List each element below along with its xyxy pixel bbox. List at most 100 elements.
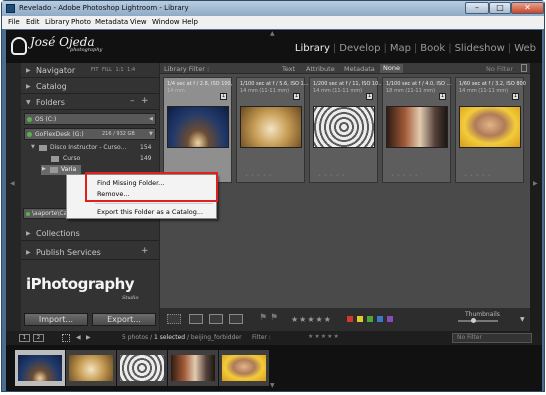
filmstrip-filter-select[interactable]: No Filter <box>452 333 532 343</box>
navigator-zoom-options[interactable]: FIT FILL 1:1 1:4 <box>91 67 135 73</box>
module-library[interactable]: Library <box>295 43 330 54</box>
menu-help[interactable]: Help <box>182 18 198 26</box>
remove-folder-button[interactable]: – <box>130 96 135 106</box>
grid-cell[interactable]: 1/100 sec at f / 5.6, ISO 1... 14 mm (11… <box>236 77 309 183</box>
toolbar-menu-icon[interactable]: ▼ <box>520 316 525 323</box>
menu-window[interactable]: Window <box>152 18 180 26</box>
cell-rating-dots[interactable]: ••••• <box>245 173 275 179</box>
filmstrip-cell[interactable] <box>66 350 116 386</box>
expand-triangle-icon: ▶ <box>26 230 31 237</box>
collapse-bottom-arrow-icon[interactable]: ▼ <box>270 382 275 389</box>
folder-collapse-icon[interactable]: ▼ <box>31 144 35 150</box>
grid-view-icon[interactable] <box>167 314 181 324</box>
grid-cell[interactable]: 1/60 sec at f / 3.2, ISO 800 14 mm (11-1… <box>455 77 526 183</box>
import-button[interactable]: Import... <box>24 313 88 326</box>
filmstrip-source-info[interactable]: 5 photos / 1 selected / beijing_forbidde… <box>122 334 242 341</box>
add-folder-button[interactable]: + <box>141 96 149 106</box>
minimize-button[interactable]: – <box>465 2 489 14</box>
photo-thumbnail[interactable] <box>167 106 229 148</box>
filmstrip-thumbnail[interactable] <box>171 355 215 381</box>
survey-view-icon[interactable] <box>229 314 243 324</box>
module-book[interactable]: Book <box>420 43 445 54</box>
forward-arrow-icon[interactable]: ▶ <box>86 334 91 341</box>
filmstrip-thumbnail[interactable] <box>222 355 266 381</box>
volume-expand-icon[interactable]: ◀ <box>149 116 153 122</box>
photo-thumbnail[interactable] <box>459 106 521 148</box>
color-label-green-icon[interactable] <box>367 316 373 322</box>
filter-tab-metadata[interactable]: Metadata <box>344 65 375 73</box>
folders-header[interactable]: ▼ Folders – + <box>21 95 159 110</box>
grid-cell[interactable]: 1/200 sec at f / 11, ISO 10... 14 mm (11… <box>309 77 383 183</box>
menu-library[interactable]: Library <box>45 18 69 26</box>
photographer-logo-icon <box>11 37 27 55</box>
compare-view-icon[interactable] <box>209 314 223 324</box>
export-button[interactable]: Export... <box>92 313 156 326</box>
collapse-right-arrow-icon[interactable]: ▶ <box>533 180 538 187</box>
filmstrip-cell[interactable] <box>117 350 167 386</box>
color-label-purple-icon[interactable] <box>387 316 393 322</box>
app-window: Revelado - Adobe Photoshop Lightroom - L… <box>1 0 545 392</box>
folder-expand-icon[interactable]: ▶ <box>42 166 46 172</box>
filter-tab-attribute[interactable]: Attribute <box>306 65 335 73</box>
grid-cell[interactable]: 1/4 sec at f / 2.8, ISO 100, 14 mm 1 •••… <box>163 77 232 183</box>
filter-tab-none[interactable]: None <box>380 64 403 73</box>
catalog-header[interactable]: ▶ Catalog <box>21 79 159 94</box>
filter-lock-icon[interactable] <box>521 64 527 72</box>
folder-disco-instructor[interactable]: ▼ Disco Instructor - Curso... 154 <box>21 143 159 153</box>
collapse-left-arrow-icon[interactable]: ◀ <box>10 180 15 187</box>
filmstrip-cell[interactable] <box>15 350 65 386</box>
slider-knob[interactable] <box>471 318 476 323</box>
filmstrip-thumbnail[interactable] <box>69 355 113 381</box>
module-picker: Library | Develop | Map | Book | Slideshow | Web <box>294 43 536 54</box>
grid-cell[interactable]: 1/100 sec at f / 4.0, ISO ... 18 mm (11-… <box>382 77 451 183</box>
loupe-view-icon[interactable] <box>189 314 203 324</box>
publish-services-header[interactable]: ▶ Publish Services + <box>21 245 159 260</box>
collections-header[interactable]: ▶ Collections <box>21 226 159 241</box>
add-publish-service-button[interactable]: + <box>141 246 149 256</box>
volume-os-c[interactable]: OS (C:) ◀ <box>24 113 156 125</box>
back-arrow-icon[interactable]: ◀ <box>76 334 81 341</box>
filter-preset-select[interactable]: No Filter <box>486 65 513 73</box>
menu-file[interactable]: File <box>8 18 20 26</box>
module-develop[interactable]: Develop <box>339 43 380 54</box>
color-label-yellow-icon[interactable] <box>357 316 363 322</box>
module-web[interactable]: Web <box>514 43 536 54</box>
close-button[interactable]: ✕ <box>511 2 544 14</box>
collapse-top-arrow-icon[interactable]: ▲ <box>270 30 275 37</box>
flag-icon[interactable]: ⚑ <box>259 313 267 323</box>
secondary-window-1-button[interactable]: 1 <box>19 334 30 342</box>
filmstrip-star-filter[interactable]: ★★★★★ <box>308 333 340 340</box>
photo-thumbnail[interactable] <box>240 106 302 148</box>
cell-rating-dots[interactable]: ••••• <box>391 173 421 179</box>
maximize-button[interactable]: □ <box>489 2 511 14</box>
module-slideshow[interactable]: Slideshow <box>455 43 505 54</box>
reject-flag-icon[interactable]: ⚑ <box>270 313 278 323</box>
color-label-blue-icon[interactable] <box>377 316 383 322</box>
color-label-red-icon[interactable] <box>347 316 353 322</box>
volume-goflexdesk[interactable]: GoFlexDesk (G:) 216 / 932 GB ▼ <box>24 128 156 140</box>
thumbnail-size-slider[interactable] <box>458 318 498 323</box>
library-filter-label: Library Filter : <box>164 65 210 73</box>
filmstrip-thumbnail[interactable] <box>18 355 62 381</box>
menu-view[interactable]: View <box>130 18 147 26</box>
menu-item-export-folder-as-catalog[interactable]: Export this Folder as a Catalog... <box>97 208 203 216</box>
right-panel-collapsed[interactable]: ▶ <box>530 63 542 331</box>
cell-rating-dots[interactable]: ••••• <box>464 173 494 179</box>
filmstrip-cell[interactable] <box>219 350 269 386</box>
menu-edit[interactable]: Edit <box>26 18 40 26</box>
module-map[interactable]: Map <box>390 43 411 54</box>
secondary-window-2-button[interactable]: 2 <box>33 334 44 342</box>
menu-photo[interactable]: Photo <box>71 18 91 26</box>
cell-rating-dots[interactable]: ••••• <box>318 173 348 179</box>
folder-curso[interactable]: Curso 149 <box>21 154 159 164</box>
volume-expand-icon[interactable]: ▼ <box>149 131 153 137</box>
filmstrip-grid-icon[interactable] <box>62 334 70 342</box>
filter-tab-text[interactable]: Text <box>282 65 295 73</box>
filmstrip-cell[interactable] <box>168 350 218 386</box>
menu-metadata[interactable]: Metadata <box>95 18 128 26</box>
photo-thumbnail[interactable] <box>313 106 375 148</box>
photo-thumbnail[interactable] <box>386 106 448 148</box>
navigator-header[interactable]: ▶ Navigator FIT FILL 1:1 1:4 <box>21 63 159 78</box>
star-rating[interactable]: ★★★★★ <box>291 315 332 324</box>
filmstrip-thumbnail[interactable] <box>120 355 164 381</box>
